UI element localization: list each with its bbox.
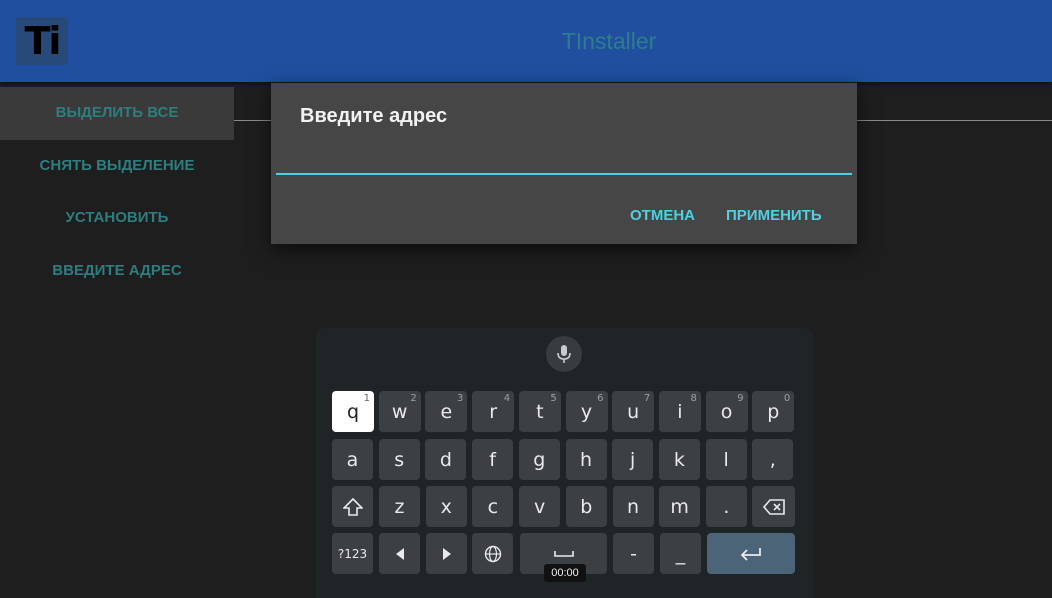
key-label: d — [439, 448, 452, 471]
key-k[interactable]: k — [658, 439, 700, 480]
key-label: f — [489, 448, 496, 471]
key-label: m — [670, 495, 689, 518]
key-label: x — [440, 495, 452, 518]
apply-button[interactable]: ПРИМЕНИТЬ — [726, 207, 822, 224]
key-label: w — [391, 400, 408, 423]
key-n[interactable]: n — [612, 486, 654, 527]
key-label: g — [533, 448, 546, 471]
app-title: TInstaller — [561, 28, 657, 54]
key-label: a — [346, 448, 359, 471]
key-label: o — [720, 400, 733, 423]
key-number-hint: 7 — [643, 393, 651, 404]
key-l[interactable]: l — [705, 439, 747, 480]
key-number-hint: 5 — [550, 393, 557, 404]
key-s[interactable]: s — [378, 439, 420, 480]
key-number-hint: 9 — [737, 393, 744, 404]
symbols-key[interactable]: ?123 — [332, 533, 373, 574]
key-r[interactable]: r4 — [472, 391, 515, 432]
key-period[interactable]: . — [705, 486, 747, 527]
key-number-hint: 8 — [690, 393, 697, 404]
key-a[interactable]: a — [332, 439, 373, 480]
key-label: y — [580, 400, 593, 423]
address-dialog: Введите адрес ОТМЕНА ПРИМЕНИТЬ — [271, 83, 857, 244]
sidebar-item-deselect[interactable]: СНЯТЬ ВЫДЕЛЕНИЕ — [0, 140, 234, 193]
key-label: v — [533, 495, 546, 518]
time-label: 00:00 — [544, 564, 586, 582]
key-number-hint: 6 — [597, 393, 604, 404]
sidebar: ВЫДЕЛИТЬ ВСЕ СНЯТЬ ВЫДЕЛЕНИЕ УСТАНОВИТЬ … — [0, 87, 234, 297]
key-number-hint: 0 — [783, 393, 791, 404]
key-u[interactable]: u7 — [612, 391, 655, 432]
underscore-key[interactable]: _ — [660, 533, 701, 574]
key-label: c — [487, 495, 499, 518]
key-t[interactable]: t5 — [518, 391, 561, 432]
key-label: h — [579, 448, 593, 471]
key-label: q — [346, 400, 360, 423]
address-input[interactable] — [276, 143, 852, 175]
key-label: z — [394, 495, 405, 518]
key-h[interactable]: h — [565, 439, 607, 480]
key-label: n — [626, 495, 640, 518]
enter-key[interactable] — [707, 533, 795, 574]
key-w[interactable]: w2 — [378, 391, 421, 432]
key-p[interactable]: p0 — [752, 391, 795, 432]
key-number-hint: 3 — [457, 393, 464, 404]
microphone-icon[interactable] — [546, 336, 582, 372]
dash-key[interactable]: - — [613, 533, 654, 574]
key-number-hint: 2 — [410, 393, 417, 404]
key-b[interactable]: b — [565, 486, 607, 527]
sidebar-item-install[interactable]: УСТАНОВИТЬ — [0, 192, 234, 245]
key-o[interactable]: o9 — [705, 391, 748, 432]
cancel-button[interactable]: ОТМЕНА — [630, 207, 695, 224]
key-label: r — [489, 400, 497, 423]
key-label: p — [767, 400, 780, 423]
sidebar-item-enter-address[interactable]: ВВЕДИТЕ АДРЕС — [0, 245, 234, 298]
key-y[interactable]: y6 — [565, 391, 608, 432]
key-number-hint: 4 — [503, 393, 511, 404]
app-logo: Ti — [16, 17, 68, 65]
key-d[interactable]: d — [425, 439, 467, 480]
globe-icon[interactable] — [472, 533, 513, 574]
sidebar-item-select-all[interactable]: ВЫДЕЛИТЬ ВСЕ — [0, 87, 234, 140]
key-j[interactable]: j — [612, 439, 654, 480]
key-g[interactable]: g — [518, 439, 560, 480]
key-label: e — [440, 400, 453, 423]
key-label: s — [394, 448, 405, 471]
key-i[interactable]: i8 — [658, 391, 701, 432]
key-m[interactable]: m — [659, 486, 701, 527]
key-label: i — [677, 400, 683, 423]
key-label: j — [630, 448, 636, 471]
cursor-right-key[interactable] — [426, 533, 467, 574]
key-f[interactable]: f — [472, 439, 514, 480]
app-bar: Ti TInstaller — [0, 0, 1052, 82]
key-label: . — [723, 495, 730, 518]
key-c[interactable]: c — [472, 486, 514, 527]
key-label: , — [769, 448, 776, 471]
shift-key[interactable] — [332, 486, 373, 527]
key-z[interactable]: z — [379, 486, 420, 527]
key-label: u — [627, 400, 640, 423]
key-v[interactable]: v — [519, 486, 561, 527]
dialog-title: Введите адрес — [300, 105, 448, 127]
key-label: b — [580, 495, 593, 518]
key-label: t — [536, 400, 544, 423]
key-x[interactable]: x — [425, 486, 467, 527]
key-comma[interactable]: , — [752, 439, 794, 480]
key-number-hint: 1 — [363, 393, 370, 404]
cursor-left-key[interactable] — [379, 533, 420, 574]
backspace-key[interactable] — [752, 486, 795, 527]
key-q[interactable]: q1 — [332, 391, 374, 432]
key-e[interactable]: e3 — [425, 391, 468, 432]
key-label: l — [723, 448, 729, 471]
on-screen-keyboard: ?123 - _ q1w2e3r4t5y6u7i8o9p0asdfghjkl,z… — [316, 328, 813, 598]
key-label: k — [673, 448, 685, 471]
